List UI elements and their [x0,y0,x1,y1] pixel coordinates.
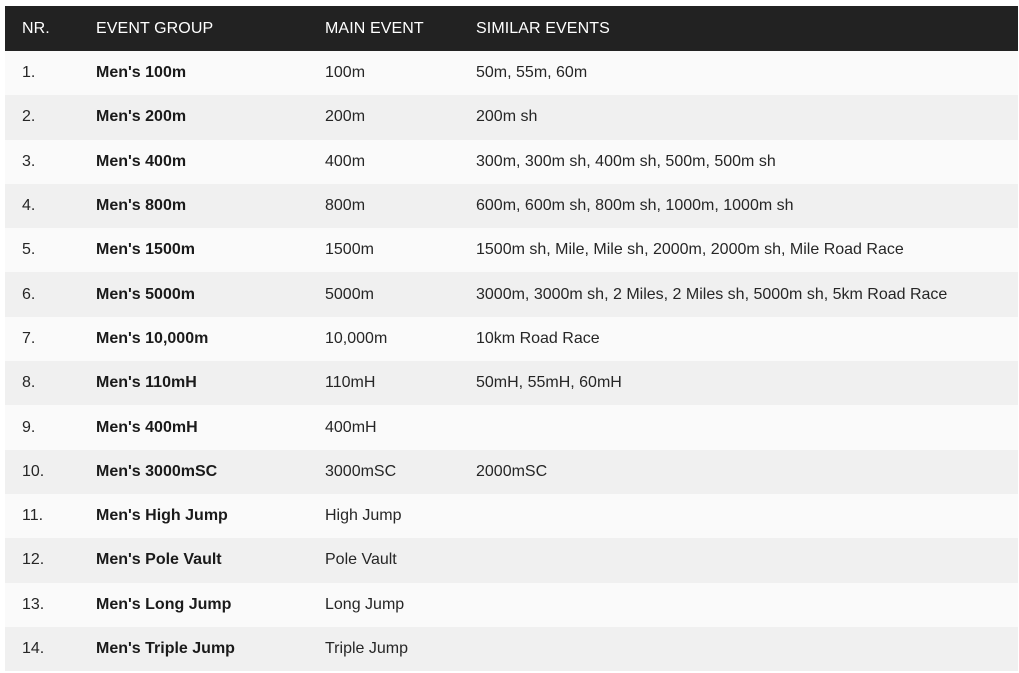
cell-nr: 11. [22,507,44,525]
table-row: 3. Men's 400m 400m 300m, 300m sh, 400m s… [5,139,1018,184]
cell-similar-events [476,405,1018,449]
table-row: 12. Men's Pole Vault Pole Vault [5,538,1018,583]
cell-similar-events [476,627,1018,671]
cell-main-event: Long Jump [325,595,405,613]
cell-main-event: Pole Vault [325,551,397,569]
header-nr: NR. [22,19,50,37]
cell-event-group: Men's Pole Vault [96,551,222,569]
table-row: 13. Men's Long Jump Long Jump [5,582,1018,627]
cell-event-group: Men's 5000m [96,285,195,303]
table-row: 11. Men's High Jump High Jump [5,493,1018,539]
cell-similar-events [476,494,1018,538]
cell-nr: 12. [22,551,45,569]
cell-event-group: Men's Triple Jump [96,640,235,657]
header-main-event: MAIN EVENT [325,19,424,37]
table-row: 6. Men's 5000m 5000m 3000m, 3000m sh, 2 … [5,272,1018,317]
cell-similar-events: 1500m sh, Mile, Mile sh, 2000m, 2000m sh… [476,241,904,259]
table-row: 1. Men's 100m 100m 50m, 55m, 60m [5,51,1018,96]
cell-main-event: 110mH [325,374,376,392]
cell-event-group: Men's 1500m [96,241,195,259]
cell-nr: 14. [22,640,45,657]
table-row: 4. Men's 800m 800m 600m, 600m sh, 800m s… [5,183,1018,229]
cell-nr: 2. [22,108,36,126]
cell-main-event: 5000m [325,285,374,303]
cell-nr: 10. [22,462,45,480]
cell-event-group: Men's 10,000m [96,329,209,347]
cell-main-event: 3000mSC [325,462,397,480]
cell-event-group: Men's 3000mSC [96,462,218,480]
table-row: 9. Men's 400mH 400mH [5,405,1018,450]
table-body: 1. Men's 100m 100m 50m, 55m, 60m 2. Men'… [5,51,1018,672]
cell-nr: 8. [22,374,36,392]
cell-similar-events: 3000m, 3000m sh, 2 Miles, 2 Miles sh, 50… [476,285,948,303]
event-groups-table: NR. EVENT GROUP MAIN EVENT SIMILAR EVENT… [5,6,1018,672]
table-header: NR. EVENT GROUP MAIN EVENT SIMILAR EVENT… [5,6,1018,51]
cell-event-group: Men's 100m [96,64,187,82]
header-event-group: EVENT GROUP [96,19,214,37]
cell-main-event: 100m [325,64,366,82]
table-row: 5. Men's 1500m 1500m 1500m sh, Mile, Mil… [5,228,1018,273]
cell-nr: 6. [22,285,36,303]
cell-main-event: 10,000m [325,329,388,347]
cell-main-event: Triple Jump [325,640,408,657]
cell-nr: 1. [22,64,36,82]
cell-similar-events: 600m, 600m sh, 800m sh, 1000m, 1000m sh [476,197,794,215]
table-row: 14. Men's Triple Jump Triple Jump [5,626,1018,672]
cell-nr: 13. [22,595,45,613]
cell-event-group: Men's High Jump [96,507,228,525]
cell-nr: 3. [22,152,36,170]
cell-event-group: Men's 400mH [96,418,198,436]
cell-main-event: 1500m [325,241,374,259]
cell-similar-events: 50m, 55m, 60m [476,64,588,82]
cell-main-event: 200m [325,108,366,126]
cell-event-group: Men's 110mH [96,374,197,392]
cell-similar-events: 10km Road Race [476,329,600,347]
table-header-row: NR. EVENT GROUP MAIN EVENT SIMILAR EVENT… [5,6,1018,51]
cell-similar-events: 2000mSC [476,462,548,480]
cell-nr: 7. [22,329,36,347]
cell-main-event: High Jump [325,507,402,525]
cell-event-group: Men's Long Jump [96,595,232,613]
event-groups-table-container: NR. EVENT GROUP MAIN EVENT SIMILAR EVENT… [5,6,1018,672]
table-row: 7. Men's 10,000m 10,000m 10km Road Race [5,316,1018,362]
table-row: 10. Men's 3000mSC 3000mSC 2000mSC [5,449,1018,494]
cell-similar-events: 200m sh [476,108,538,126]
cell-event-group: Men's 400m [96,152,187,170]
cell-main-event: 400m [325,152,366,170]
cell-similar-events [476,538,1018,582]
table-row: 8. Men's 110mH 110mH 50mH, 55mH, 60mH [5,361,1018,406]
cell-similar-events [476,583,1018,627]
header-similar-events: SIMILAR EVENTS [476,19,610,37]
table-row: 2. Men's 200m 200m 200m sh [5,95,1018,140]
cell-similar-events: 300m, 300m sh, 400m sh, 500m, 500m sh [476,152,776,170]
cell-nr: 4. [22,197,36,215]
cell-main-event: 800m [325,197,366,215]
cell-event-group: Men's 200m [96,108,187,126]
cell-nr: 9. [22,418,36,436]
cell-event-group: Men's 800m [96,197,187,215]
cell-nr: 5. [22,241,36,259]
cell-similar-events: 50mH, 55mH, 60mH [476,374,622,392]
cell-main-event: 400mH [325,418,377,436]
